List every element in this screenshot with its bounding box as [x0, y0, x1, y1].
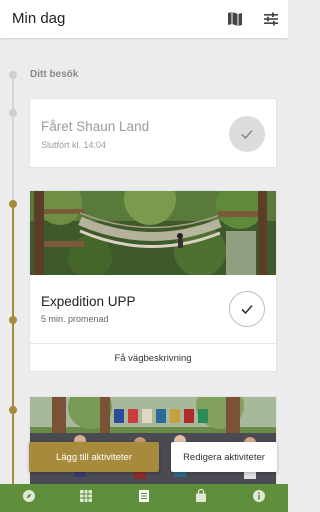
activity-photo [30, 191, 276, 275]
completed-check-button[interactable] [229, 116, 265, 152]
check-icon [241, 304, 253, 315]
info-icon [253, 490, 265, 502]
list-icon [139, 490, 149, 502]
section-label: Ditt besök [30, 69, 79, 80]
mark-done-button[interactable] [229, 291, 265, 327]
activity-card[interactable]: Expedition UPP 5 min. promenad Få vägbes… [29, 190, 277, 372]
app-screen: Min dag Ditt besök Fåret Shaun Land Slut… [0, 0, 288, 512]
activity-title: Expedition UPP [41, 294, 136, 309]
add-activities-button[interactable]: Lägg till aktiviteter [29, 442, 159, 472]
nav-item-info[interactable] [230, 484, 288, 512]
timeline-dot [9, 200, 17, 208]
timeline-line-past [12, 72, 14, 204]
nav-item-shop[interactable] [172, 484, 230, 512]
activity-subtitle: Slutfört kl. 14:04 [41, 140, 107, 150]
top-bar: Min dag [0, 0, 288, 38]
bottom-navigation [0, 484, 288, 512]
compass-icon [23, 490, 35, 502]
activity-subtitle: 5 min. promenad [41, 314, 109, 324]
nav-item-explore[interactable] [0, 484, 58, 512]
nav-item-calendar[interactable] [57, 484, 115, 512]
edit-activities-button[interactable]: Redigera aktiviteter [171, 442, 277, 472]
map-icon[interactable] [226, 10, 244, 28]
timeline-dot [9, 71, 17, 79]
get-directions-button[interactable]: Få vägbeskrivning [30, 344, 276, 372]
timeline-line-upcoming [12, 204, 14, 484]
activity-title: Fåret Shaun Land [41, 119, 150, 134]
bag-icon [196, 489, 206, 502]
timeline-dot [9, 316, 17, 324]
timeline-dot [9, 406, 17, 414]
check-icon [241, 129, 253, 140]
timeline-dot [9, 109, 17, 117]
calendar-grid-icon [80, 490, 92, 502]
nav-item-my-day[interactable] [115, 484, 173, 512]
activity-card-completed[interactable]: Fåret Shaun Land Slutfört kl. 14:04 [29, 98, 277, 168]
page-title: Min dag [12, 10, 66, 27]
filter-settings-icon[interactable] [262, 10, 280, 28]
